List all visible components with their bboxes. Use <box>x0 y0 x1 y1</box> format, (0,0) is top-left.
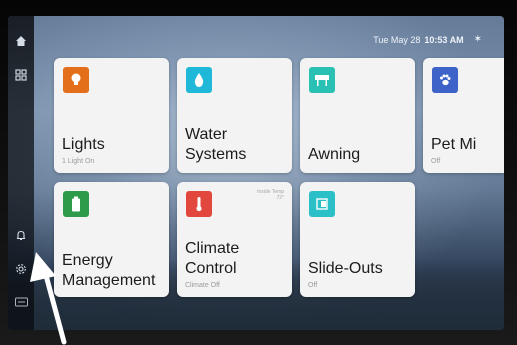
annotation-arrow <box>30 252 67 345</box>
